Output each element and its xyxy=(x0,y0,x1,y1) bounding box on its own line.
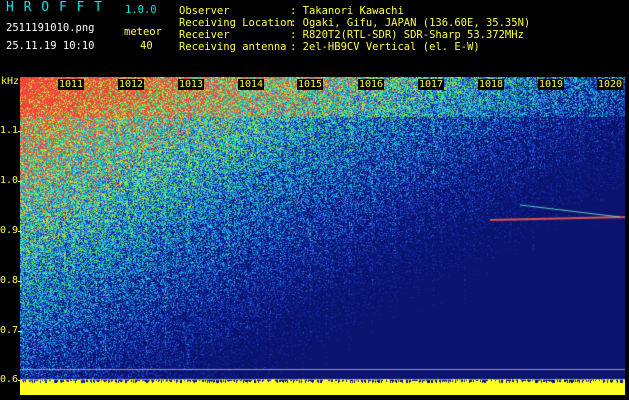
y-tick-label: 1.0 xyxy=(0,175,19,186)
info-antenna-key: Receiving antenna xyxy=(179,41,287,53)
file-name: 2511191010.png xyxy=(6,22,95,34)
y-tick-label: 0.6 xyxy=(0,374,19,385)
y-tick-mark xyxy=(18,331,22,332)
info-location-value: : Ogaki, Gifu, JAPAN (136.60E, 35.35N) xyxy=(290,17,531,29)
y-tick-label: 1.1 xyxy=(0,125,19,136)
x-tick-label: 1017 xyxy=(418,79,445,90)
spectrogram-canvas xyxy=(20,77,625,395)
info-observer-value: : Takanori Kawachi xyxy=(290,5,404,17)
app-title: H R O F F T xyxy=(6,0,104,15)
y-tick-mark xyxy=(18,281,22,282)
y-tick-label: 0.8 xyxy=(0,275,19,286)
app-version: 1.0.0 xyxy=(125,4,157,16)
x-tick-label: 1013 xyxy=(178,79,205,90)
y-tick-mark xyxy=(18,181,22,182)
info-antenna-value: : 2el-HB9CV Vertical (el. E-W) xyxy=(290,41,480,53)
x-tick-label: 1018 xyxy=(478,79,505,90)
y-tick-mark xyxy=(18,131,22,132)
file-datetime: 25.11.19 10:10 xyxy=(6,40,95,52)
info-location-key: Receiving Location xyxy=(179,17,293,29)
x-tick-label: 1014 xyxy=(238,79,265,90)
y-tick-label: 0.7 xyxy=(0,325,19,336)
y-tick-label: 0.9 xyxy=(0,225,19,236)
x-tick-label: 1020 xyxy=(597,79,624,90)
y-tick-mark xyxy=(18,380,22,381)
info-observer-key: Observer xyxy=(179,5,230,17)
detection-count: 40 xyxy=(140,40,153,52)
header-panel: H R O F F T 1.0.0 2511191010.png meteor … xyxy=(0,0,629,75)
y-tick-mark xyxy=(18,231,22,232)
y-axis-unit: kHz xyxy=(1,76,20,87)
detection-label: meteor xyxy=(124,26,162,38)
x-tick-label: 1011 xyxy=(58,79,85,90)
x-tick-label: 1012 xyxy=(118,79,145,90)
x-tick-label: 1016 xyxy=(358,79,385,90)
x-tick-label: 1015 xyxy=(297,79,324,90)
info-receiver-value: : R820T2(RTL-SDR) SDR-Sharp 53.372MHz xyxy=(290,29,524,41)
x-tick-label: 1019 xyxy=(538,79,565,90)
info-receiver-key: Receiver xyxy=(179,29,230,41)
